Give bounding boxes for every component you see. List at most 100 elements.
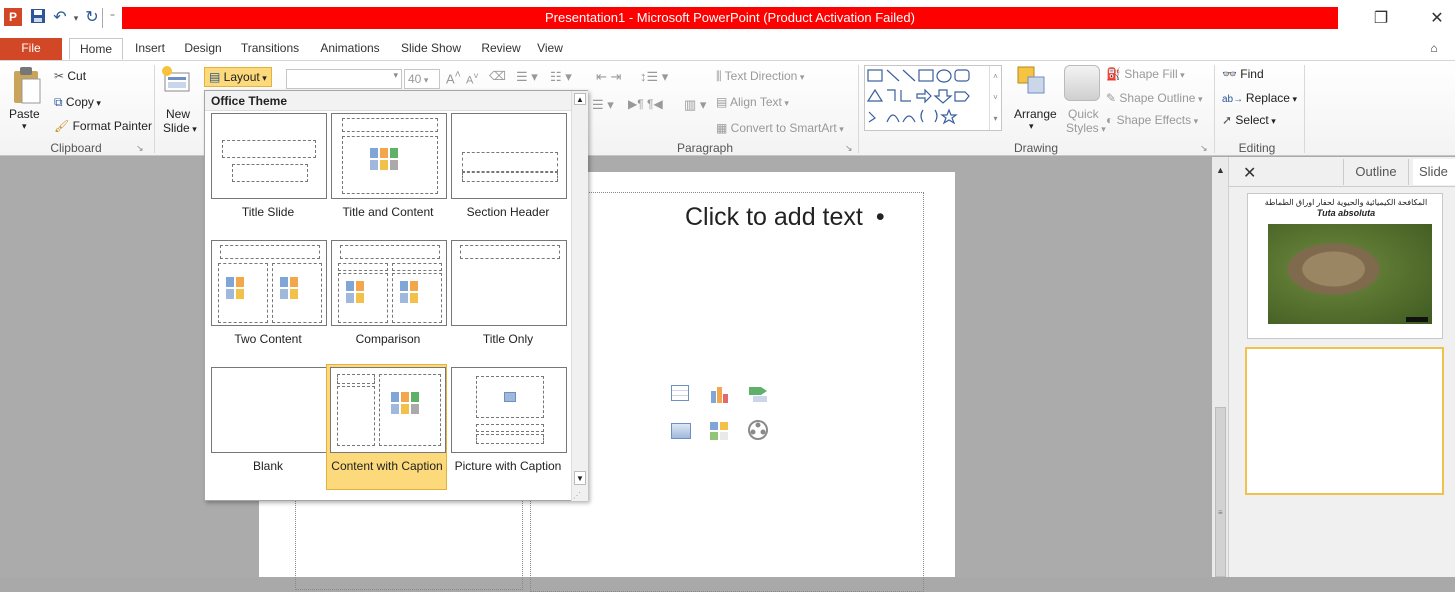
layout-blank[interactable]: Blank xyxy=(207,365,327,489)
drawing-launcher-icon[interactable]: ↘ xyxy=(1200,143,1208,154)
cut-button[interactable]: ✂ Cut xyxy=(54,69,86,83)
quick-styles-icon[interactable] xyxy=(1064,65,1100,101)
scroll-thumb[interactable]: ≡ xyxy=(1215,407,1226,577)
text-direction-button[interactable]: ⫼ Text Direction ▾ xyxy=(716,69,804,84)
tab-slide-show[interactable]: Slide Show xyxy=(396,38,466,60)
repeat-icon[interactable]: ↻ xyxy=(82,8,102,28)
gallery-header: Office Theme xyxy=(205,91,571,111)
slide-thumbnail-1[interactable]: المكافحة الكيميائية والحيوية لحفار اوراق… xyxy=(1247,193,1443,339)
layout-title-slide[interactable]: Title Slide xyxy=(207,111,327,235)
line-spacing-icon[interactable]: ↕☰ ▾ xyxy=(640,69,668,85)
slide-thumbnail-2[interactable] xyxy=(1245,347,1444,495)
resize-grip-icon[interactable]: ⋰ xyxy=(573,491,581,500)
shape-effects-button[interactable]: ◐ Shape Effects ▾ xyxy=(1106,113,1198,127)
shape-effects-icon: ◐ xyxy=(1106,113,1117,127)
indent-icons[interactable]: ⇤ ⇥ xyxy=(596,69,621,85)
moth-photo xyxy=(1268,224,1432,324)
close-pane-icon[interactable]: ✕ xyxy=(1243,163,1256,183)
layout-title-and-content[interactable]: Title and Content xyxy=(327,111,447,235)
paste-dropdown-icon[interactable]: ▾ xyxy=(22,121,27,132)
columns-icon[interactable]: ▥ ▾ xyxy=(684,97,706,113)
gallery-scroll-down-icon[interactable]: ▼ xyxy=(574,471,586,485)
layout-content-with-caption[interactable]: Content with Caption xyxy=(326,364,447,490)
binoculars-icon: 👓 xyxy=(1222,67,1241,81)
customize-qat-icon[interactable]: ⁼ xyxy=(102,8,122,28)
quick-styles-label-1[interactable]: Quick xyxy=(1068,107,1099,121)
tab-home[interactable]: Home xyxy=(69,38,123,60)
gallery-scroll-up-icon[interactable]: ▲ xyxy=(574,93,586,105)
layout-picture-with-caption[interactable]: Picture with Caption xyxy=(447,365,567,489)
save-icon[interactable] xyxy=(28,8,48,28)
arrange-icon[interactable] xyxy=(1016,65,1050,99)
tab-review[interactable]: Review xyxy=(476,38,526,60)
powerpoint-logo-icon[interactable]: P xyxy=(4,8,22,26)
vertical-scrollbar[interactable]: ▲ ≡ xyxy=(1212,157,1229,577)
format-painter-button[interactable]: 🖌 Format Painter xyxy=(54,119,152,133)
layout-thumb xyxy=(211,367,327,453)
new-slide-button[interactable]: Slide ▾ xyxy=(163,121,197,135)
close-window-icon[interactable]: ✕ xyxy=(1422,8,1452,30)
layout-title-only[interactable]: Title Only xyxy=(447,238,567,362)
content-placeholder[interactable]: Click to add text • xyxy=(530,192,924,592)
tab-view[interactable]: View xyxy=(534,38,566,60)
convert-smartart-button[interactable]: ▦ Convert to SmartArt ▾ xyxy=(716,121,844,135)
layout-label: Blank xyxy=(252,459,284,473)
tab-slides[interactable]: Slide xyxy=(1413,159,1455,185)
clear-formatting-icon[interactable]: ⌫ xyxy=(489,69,506,83)
tab-outline[interactable]: Outline xyxy=(1343,159,1409,185)
insert-table-icon[interactable] xyxy=(671,385,689,401)
scroll-up-icon[interactable]: ▲ xyxy=(1216,165,1225,175)
content-placeholder-text: Click to add text • xyxy=(685,203,885,232)
find-button[interactable]: 👓 Find xyxy=(1222,67,1264,81)
quick-styles-button[interactable]: Styles ▾ xyxy=(1066,121,1106,135)
cut-label: Cut xyxy=(67,69,87,83)
grow-font-icon[interactable]: A˄ xyxy=(446,69,461,86)
justify-icon[interactable]: ☰ ▾ xyxy=(592,97,614,113)
tab-file[interactable]: File xyxy=(0,38,62,60)
new-slide-label-2: Slide xyxy=(163,121,190,135)
insert-clip-art-icon[interactable] xyxy=(709,421,729,444)
new-slide-icon[interactable] xyxy=(161,65,195,99)
insert-smartart-icon[interactable] xyxy=(747,385,769,406)
numbering-icon[interactable]: ☷ ▾ xyxy=(550,69,572,85)
layout-button[interactable]: ▤ Layout ▾ xyxy=(204,67,272,87)
copy-button[interactable]: ⧉ Copy ▾ xyxy=(54,95,101,110)
shrink-font-icon[interactable]: A˅ xyxy=(466,71,479,87)
font-size-box[interactable]: 40 ▾ xyxy=(404,69,440,89)
text-direction-ltr-icon[interactable]: ▶¶ ¶◀ xyxy=(628,97,663,111)
group-separator xyxy=(1214,65,1215,153)
tab-design[interactable]: Design xyxy=(180,38,226,60)
tab-animations[interactable]: Animations xyxy=(314,38,386,60)
shape-outline-button[interactable]: ✎ Shape Outline ▾ xyxy=(1106,91,1202,105)
layout-thumb xyxy=(211,240,327,326)
layout-section-header[interactable]: Section Header xyxy=(447,111,567,235)
insert-media-icon[interactable] xyxy=(747,419,769,444)
shape-effects-label: Shape Effects xyxy=(1116,113,1192,127)
select-button[interactable]: ➚ Select ▾ xyxy=(1222,113,1276,127)
bullets-icon[interactable]: ☰ ▾ xyxy=(516,69,538,85)
tab-insert[interactable]: Insert xyxy=(128,38,172,60)
layout-comparison[interactable]: Comparison xyxy=(327,238,447,362)
gallery-scrollbar[interactable]: ▲ ▼ xyxy=(571,91,588,501)
layout-label: Layout xyxy=(223,70,260,84)
arrange-dropdown-icon[interactable]: ▾ xyxy=(1029,121,1034,132)
insert-picture-icon[interactable] xyxy=(671,423,691,439)
tab-transitions[interactable]: Transitions xyxy=(234,38,306,60)
new-slide-label-1[interactable]: New xyxy=(166,107,190,121)
restore-window-icon[interactable]: ❐ xyxy=(1366,8,1396,30)
content-icons xyxy=(280,277,320,303)
shape-fill-button[interactable]: ⛽ Shape Fill ▾ xyxy=(1106,67,1185,81)
layout-two-content[interactable]: Two Content xyxy=(207,238,327,362)
paste-button[interactable]: Paste xyxy=(9,107,40,121)
minimize-ribbon-icon[interactable]: ⌂ xyxy=(1424,38,1444,60)
paste-icon[interactable] xyxy=(10,65,46,109)
font-name-box[interactable]: ▾ xyxy=(286,69,402,89)
align-text-button[interactable]: ▤ Align Text ▾ xyxy=(716,95,789,109)
insert-chart-icon[interactable] xyxy=(709,385,731,406)
clipboard-launcher-icon[interactable]: ↘ xyxy=(136,143,144,154)
arrange-button[interactable]: Arrange xyxy=(1014,107,1057,121)
paragraph-launcher-icon[interactable]: ↘ xyxy=(845,143,853,154)
layout-label: Section Header xyxy=(466,205,550,219)
replace-button[interactable]: ab→ Replace ▾ xyxy=(1222,91,1297,105)
shapes-gallery[interactable]: ˄ ˅ ▾ xyxy=(864,65,1002,131)
